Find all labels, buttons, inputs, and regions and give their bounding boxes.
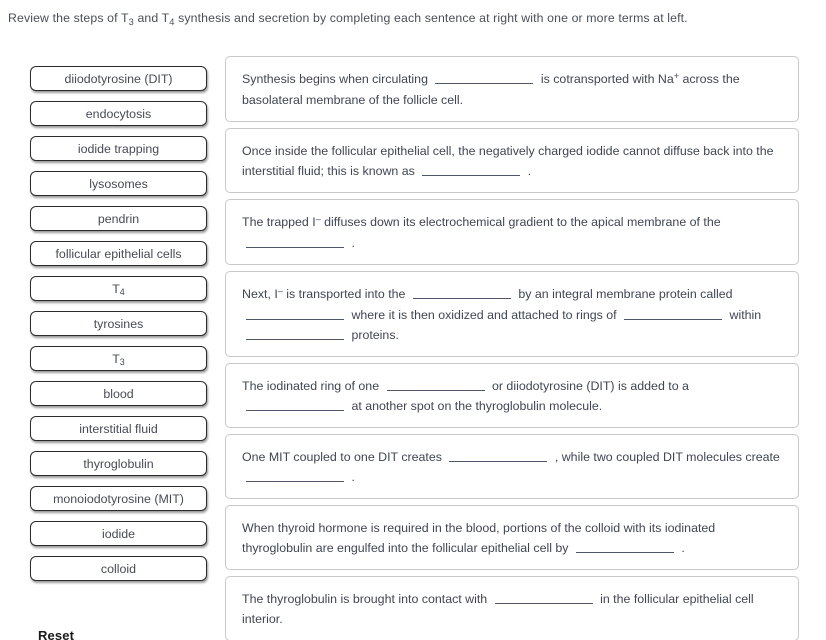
sentence-text: The trapped I	[242, 215, 316, 229]
term-tile-label: follicular epithelial cells	[55, 246, 182, 261]
prompt-part-2: and T	[133, 11, 170, 25]
prompt-subscript-3: 3	[128, 17, 134, 27]
term-tile-label: T	[112, 281, 120, 296]
page-title: Review the steps of T3 and T4 synthesis …	[8, 11, 820, 27]
sentence-text: The iodinated ring of one	[242, 379, 383, 393]
answer-blank[interactable]	[246, 235, 344, 248]
term-tile-label: endocytosis	[85, 106, 152, 121]
sentence-drop-box[interactable]: When thyroid hormone is required in the …	[225, 505, 799, 570]
sentence-text: .	[524, 164, 532, 178]
sentence-text: One MIT coupled to one DIT creates	[242, 450, 446, 464]
term-tile[interactable]: blood	[30, 381, 207, 406]
superscript: +	[673, 71, 680, 81]
sentence-drop-box[interactable]: The iodinated ring of one or diiodotyros…	[225, 363, 799, 428]
term-tile-label: monoiodotyrosine (MIT)	[53, 491, 184, 506]
sentence-drop-box[interactable]: One MIT coupled to one DIT creates , whi…	[225, 434, 799, 499]
sentence-text: , while two coupled DIT molecules create	[551, 450, 780, 464]
sentence-text: .	[348, 470, 355, 484]
answer-blank[interactable]	[246, 398, 344, 411]
term-tile-label: colloid	[100, 561, 137, 576]
sentence-text: .	[677, 541, 685, 555]
sentence-text: proteins.	[348, 328, 399, 342]
term-tile[interactable]: tyrosines	[30, 311, 207, 336]
term-tile-label: pendrin	[97, 211, 140, 226]
sentence-text: at another spot on the thyroglobulin mol…	[348, 399, 603, 413]
sentence-text: within	[726, 308, 762, 322]
term-tile-label: blood	[103, 386, 134, 401]
sentence-text: or diiodotyrosine (DIT) is added to a	[488, 379, 689, 393]
sentence-text: where it is then oxidized and attached t…	[348, 308, 621, 322]
term-tile[interactable]: monoiodotyrosine (MIT)	[30, 486, 207, 511]
prompt-subscript-4: 4	[169, 17, 175, 27]
prompt-part-3: synthesis and secretion by completing ea…	[174, 11, 688, 25]
answer-blank[interactable]	[435, 71, 534, 84]
sentence-drop-box[interactable]: The thyroglobulin is brought into contac…	[225, 576, 799, 640]
reset-button[interactable]: Reset	[38, 628, 74, 640]
term-tile[interactable]: T4	[30, 276, 207, 301]
term-tile[interactable]: pendrin	[30, 206, 207, 231]
sentence-drop-box[interactable]: Next, I– is transported into the by an i…	[225, 271, 799, 357]
sentence-text: Next, I	[242, 287, 278, 301]
sentence-text: Synthesis begins when circulating	[242, 72, 432, 86]
answer-blank[interactable]	[624, 307, 723, 320]
term-tile-subscript: 4	[119, 286, 125, 297]
term-tile-label: iodide	[101, 526, 136, 541]
sentence-text: by an integral membrane protein called	[514, 287, 733, 301]
answer-blank[interactable]	[246, 469, 344, 482]
answer-blank[interactable]	[386, 378, 485, 391]
answer-blank[interactable]	[422, 163, 521, 176]
term-tile-subscript: 3	[119, 356, 125, 367]
answer-blank[interactable]	[246, 307, 344, 320]
term-tile-label: iodide trapping	[77, 141, 160, 156]
term-tile-label: T	[112, 351, 120, 366]
sentence-text: is transported into the	[282, 287, 409, 301]
term-tile-label: tyrosines	[93, 316, 144, 331]
superscript: –	[277, 286, 283, 296]
sentence-drop-box[interactable]: Synthesis begins when circulating is cot…	[225, 56, 799, 122]
term-tile[interactable]: iodide	[30, 521, 207, 546]
term-tile[interactable]: interstitial fluid	[30, 416, 207, 441]
answer-blank[interactable]	[494, 591, 593, 604]
answer-blank[interactable]	[449, 449, 548, 462]
term-tile-label: interstitial fluid	[79, 421, 158, 436]
term-tile-label: diiodotyrosine (DIT)	[64, 71, 173, 86]
prompt-part-1: Review the steps of T	[8, 11, 129, 25]
sentence-text: The thyroglobulin is brought into contac…	[242, 592, 491, 606]
term-tile-label: thyroglobulin	[83, 456, 154, 471]
answer-blank[interactable]	[412, 286, 511, 299]
term-tile[interactable]: colloid	[30, 556, 207, 581]
superscript: –	[315, 214, 321, 224]
sentence-drop-box[interactable]: Once inside the follicular epithelial ce…	[225, 128, 799, 193]
term-tile[interactable]: diiodotyrosine (DIT)	[30, 66, 207, 91]
term-tile[interactable]: endocytosis	[30, 101, 207, 126]
answer-blank[interactable]	[575, 540, 674, 553]
term-tile[interactable]: thyroglobulin	[30, 451, 207, 476]
term-tile[interactable]: lysosomes	[30, 171, 207, 196]
term-bank: diiodotyrosine (DIT) endocytosis iodide tr…	[30, 66, 207, 591]
term-tile[interactable]: T3	[30, 346, 207, 371]
term-tile-label: lysosomes	[89, 176, 148, 191]
term-tile[interactable]: iodide trapping	[30, 136, 207, 161]
sentence-text: is cotransported with Na	[537, 72, 674, 86]
term-tile[interactable]: follicular epithelial cells	[30, 241, 207, 266]
sentence-text: .	[348, 236, 355, 250]
answer-blank[interactable]	[246, 327, 344, 340]
activity-page: Review the steps of T3 and T4 synthesis …	[0, 0, 826, 640]
sentence-drop-box[interactable]: The trapped I– diffuses down its electro…	[225, 199, 799, 265]
sentence-list: Synthesis begins when circulating is cot…	[225, 56, 799, 640]
sentence-text: diffuses down its electrochemical gradie…	[320, 215, 721, 229]
